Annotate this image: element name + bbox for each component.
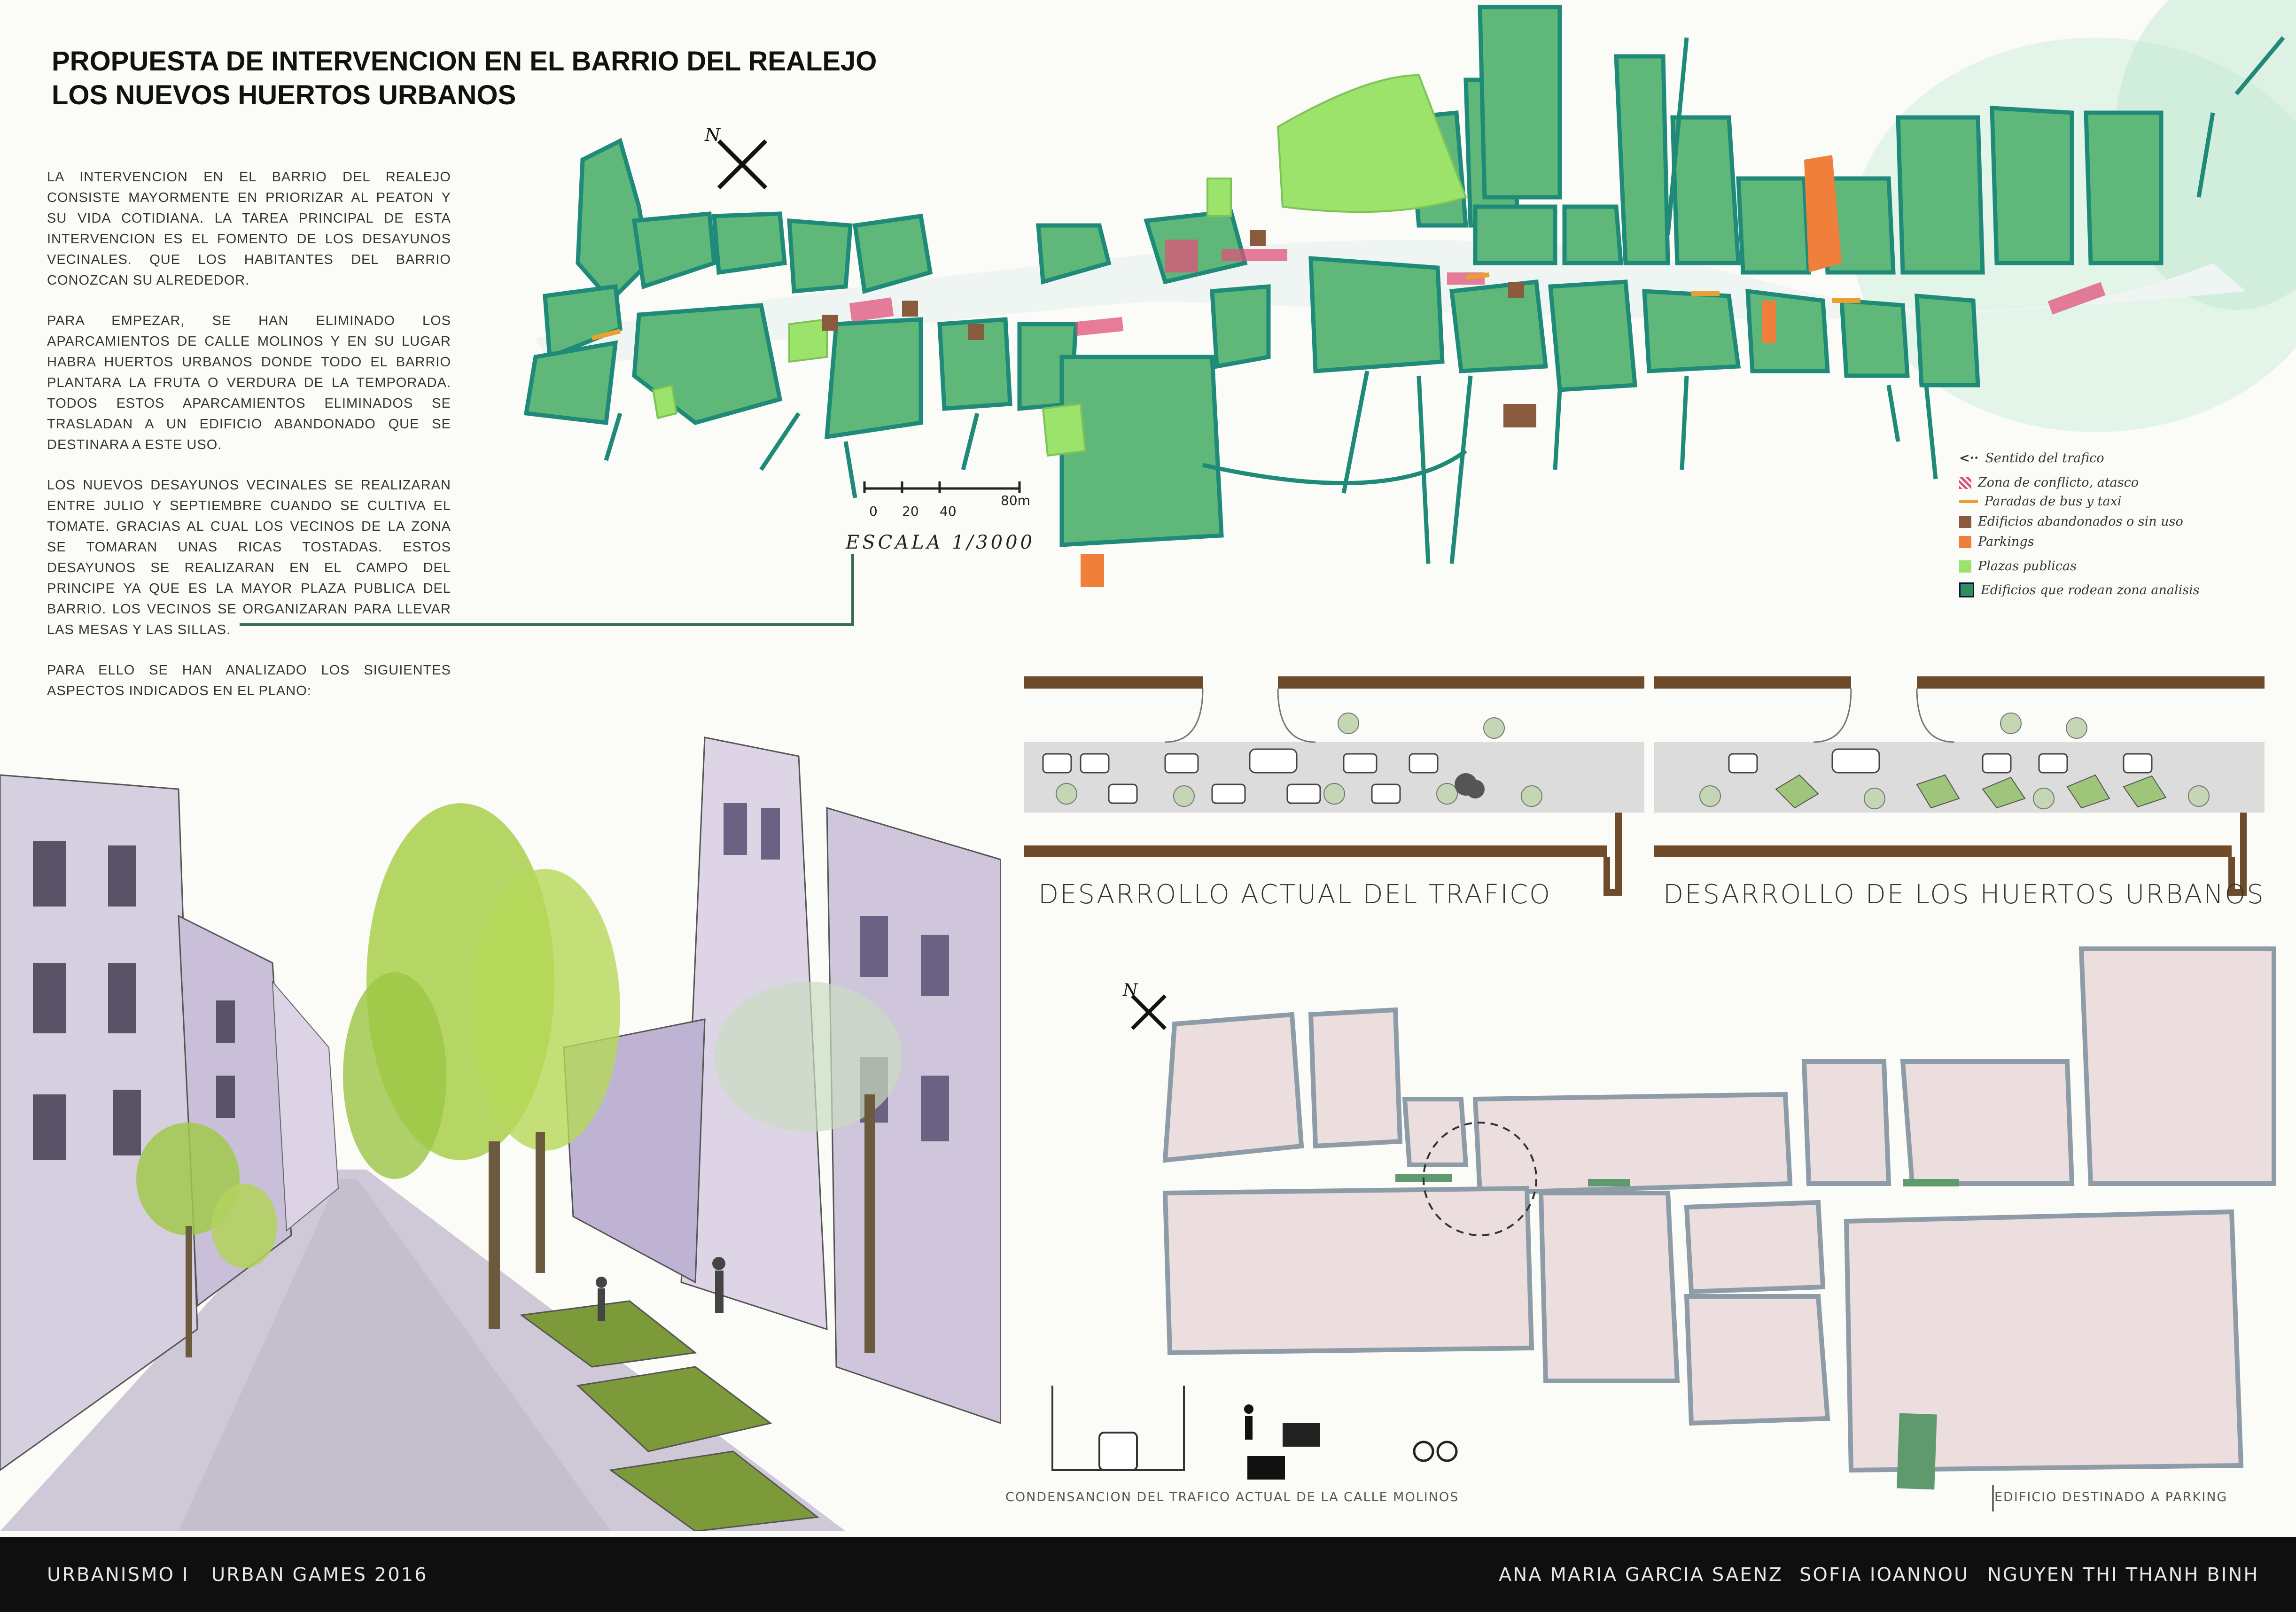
urban-gardens-section xyxy=(1654,676,2265,896)
north-arrow-icon xyxy=(717,139,768,190)
section-title-current-traffic: DESARROLLO ACTUAL DEL TRAFICO xyxy=(1038,879,1552,910)
hatch-swatch-icon xyxy=(1959,476,1971,489)
traffic-icons xyxy=(1051,1386,1458,1480)
north-label-lower: N xyxy=(1122,981,1138,1000)
line-swatch-icon xyxy=(1959,500,1978,503)
scale-tick-20: 20 xyxy=(902,504,919,519)
arrow-left-icon: <·· xyxy=(1959,451,1979,465)
legend-item-traffic: <·· Sentido del trafico xyxy=(1959,451,2104,465)
abandoned-swatch-icon xyxy=(1959,515,1971,528)
footer-event: URBAN GAMES 2016 xyxy=(211,1564,428,1586)
legend-item-bus: Paradas de bus y taxi xyxy=(1959,494,2121,509)
current-traffic-section xyxy=(1024,676,1644,896)
north-arrow-icon-lower xyxy=(1131,994,1167,1030)
scale-tick-40: 40 xyxy=(940,504,957,519)
north-label: N xyxy=(704,124,721,145)
scale-tick-80: 80m xyxy=(1001,493,1030,508)
plaza-swatch-icon xyxy=(1959,560,1971,573)
parking-swatch-icon xyxy=(1959,535,1971,548)
scale-label: ESCALA 1/3000 xyxy=(845,532,1035,553)
person-icon xyxy=(1244,1404,1253,1414)
building-swatch-icon xyxy=(1959,582,1974,597)
parking-caption-box xyxy=(1992,1485,1994,1511)
caption-traffic-condensation: CONDENSANCION DEL TRAFICO ACTUAL DE LA C… xyxy=(1005,1490,1459,1504)
legend-item-parking: Parkings xyxy=(1959,535,2034,549)
street-perspective-sketch xyxy=(0,719,1001,1531)
scale-tick-0: 0 xyxy=(869,504,878,519)
bike-icon xyxy=(1413,1441,1458,1462)
legend-item-plazas: Plazas publicas xyxy=(1959,559,2077,574)
legend-item-buildings: Edificios que rodean zona analisis xyxy=(1959,582,2200,597)
footer-author-3: NGUYEN THI THANH BINH xyxy=(1987,1564,2259,1586)
bus-icon xyxy=(1283,1423,1320,1447)
scale-bar xyxy=(863,481,1021,493)
section-title-urban-gardens: DESARROLLO DE LOS HUERTOS URBANOS xyxy=(1663,879,2265,910)
truck-icon xyxy=(1247,1456,1285,1480)
footer-author-1: ANA MARIA GARCIA SAENZ xyxy=(1499,1564,1783,1586)
legend-item-abandoned: Edificios abandonados o sin uso xyxy=(1959,514,2183,529)
footer-course: URBANISMO I xyxy=(47,1564,189,1586)
footer-author-2: SOFIA IOANNOU xyxy=(1799,1564,1969,1586)
legend-item-conflict: Zona de conflicto, atasco xyxy=(1959,475,2139,490)
